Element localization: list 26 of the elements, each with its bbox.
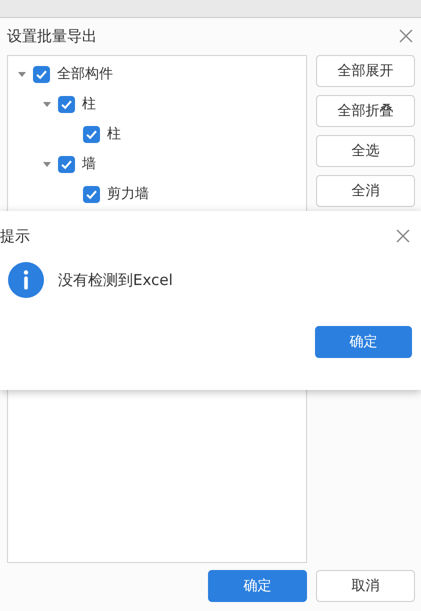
tree-item-label[interactable]: 全部构件 (57, 65, 113, 83)
checkbox[interactable] (58, 156, 75, 172)
dialog-title: 设置批量导出 (7, 26, 97, 46)
side-button[interactable]: 全消 (316, 175, 415, 207)
alert-message: 没有检测到Excel (58, 270, 173, 290)
cancel-button[interactable]: 取消 (316, 570, 415, 602)
checkbox[interactable] (33, 66, 50, 82)
alert-title: 提示 (0, 226, 30, 246)
checkbox[interactable] (58, 96, 75, 112)
info-icon (8, 262, 44, 298)
checkbox[interactable] (83, 126, 100, 142)
close-icon[interactable] (396, 229, 410, 243)
tree-item-label[interactable]: 柱 (107, 125, 121, 143)
checkbox[interactable] (83, 186, 100, 202)
tree-item-label[interactable]: 柱 (82, 95, 96, 113)
side-button[interactable]: 全选 (316, 135, 415, 167)
close-icon[interactable] (399, 29, 413, 43)
side-button[interactable]: 全部展开 (316, 55, 415, 87)
caret-icon[interactable] (43, 160, 51, 168)
tree-item-label[interactable]: 剪力墙 (107, 185, 149, 203)
caret-icon[interactable] (18, 70, 26, 78)
tree-item-label[interactable]: 墙 (82, 155, 96, 173)
side-button[interactable]: 全部折叠 (316, 95, 415, 127)
confirm-button[interactable]: 确定 (208, 570, 307, 602)
ok-button[interactable]: 确定 (315, 326, 412, 358)
caret-icon[interactable] (43, 100, 51, 108)
